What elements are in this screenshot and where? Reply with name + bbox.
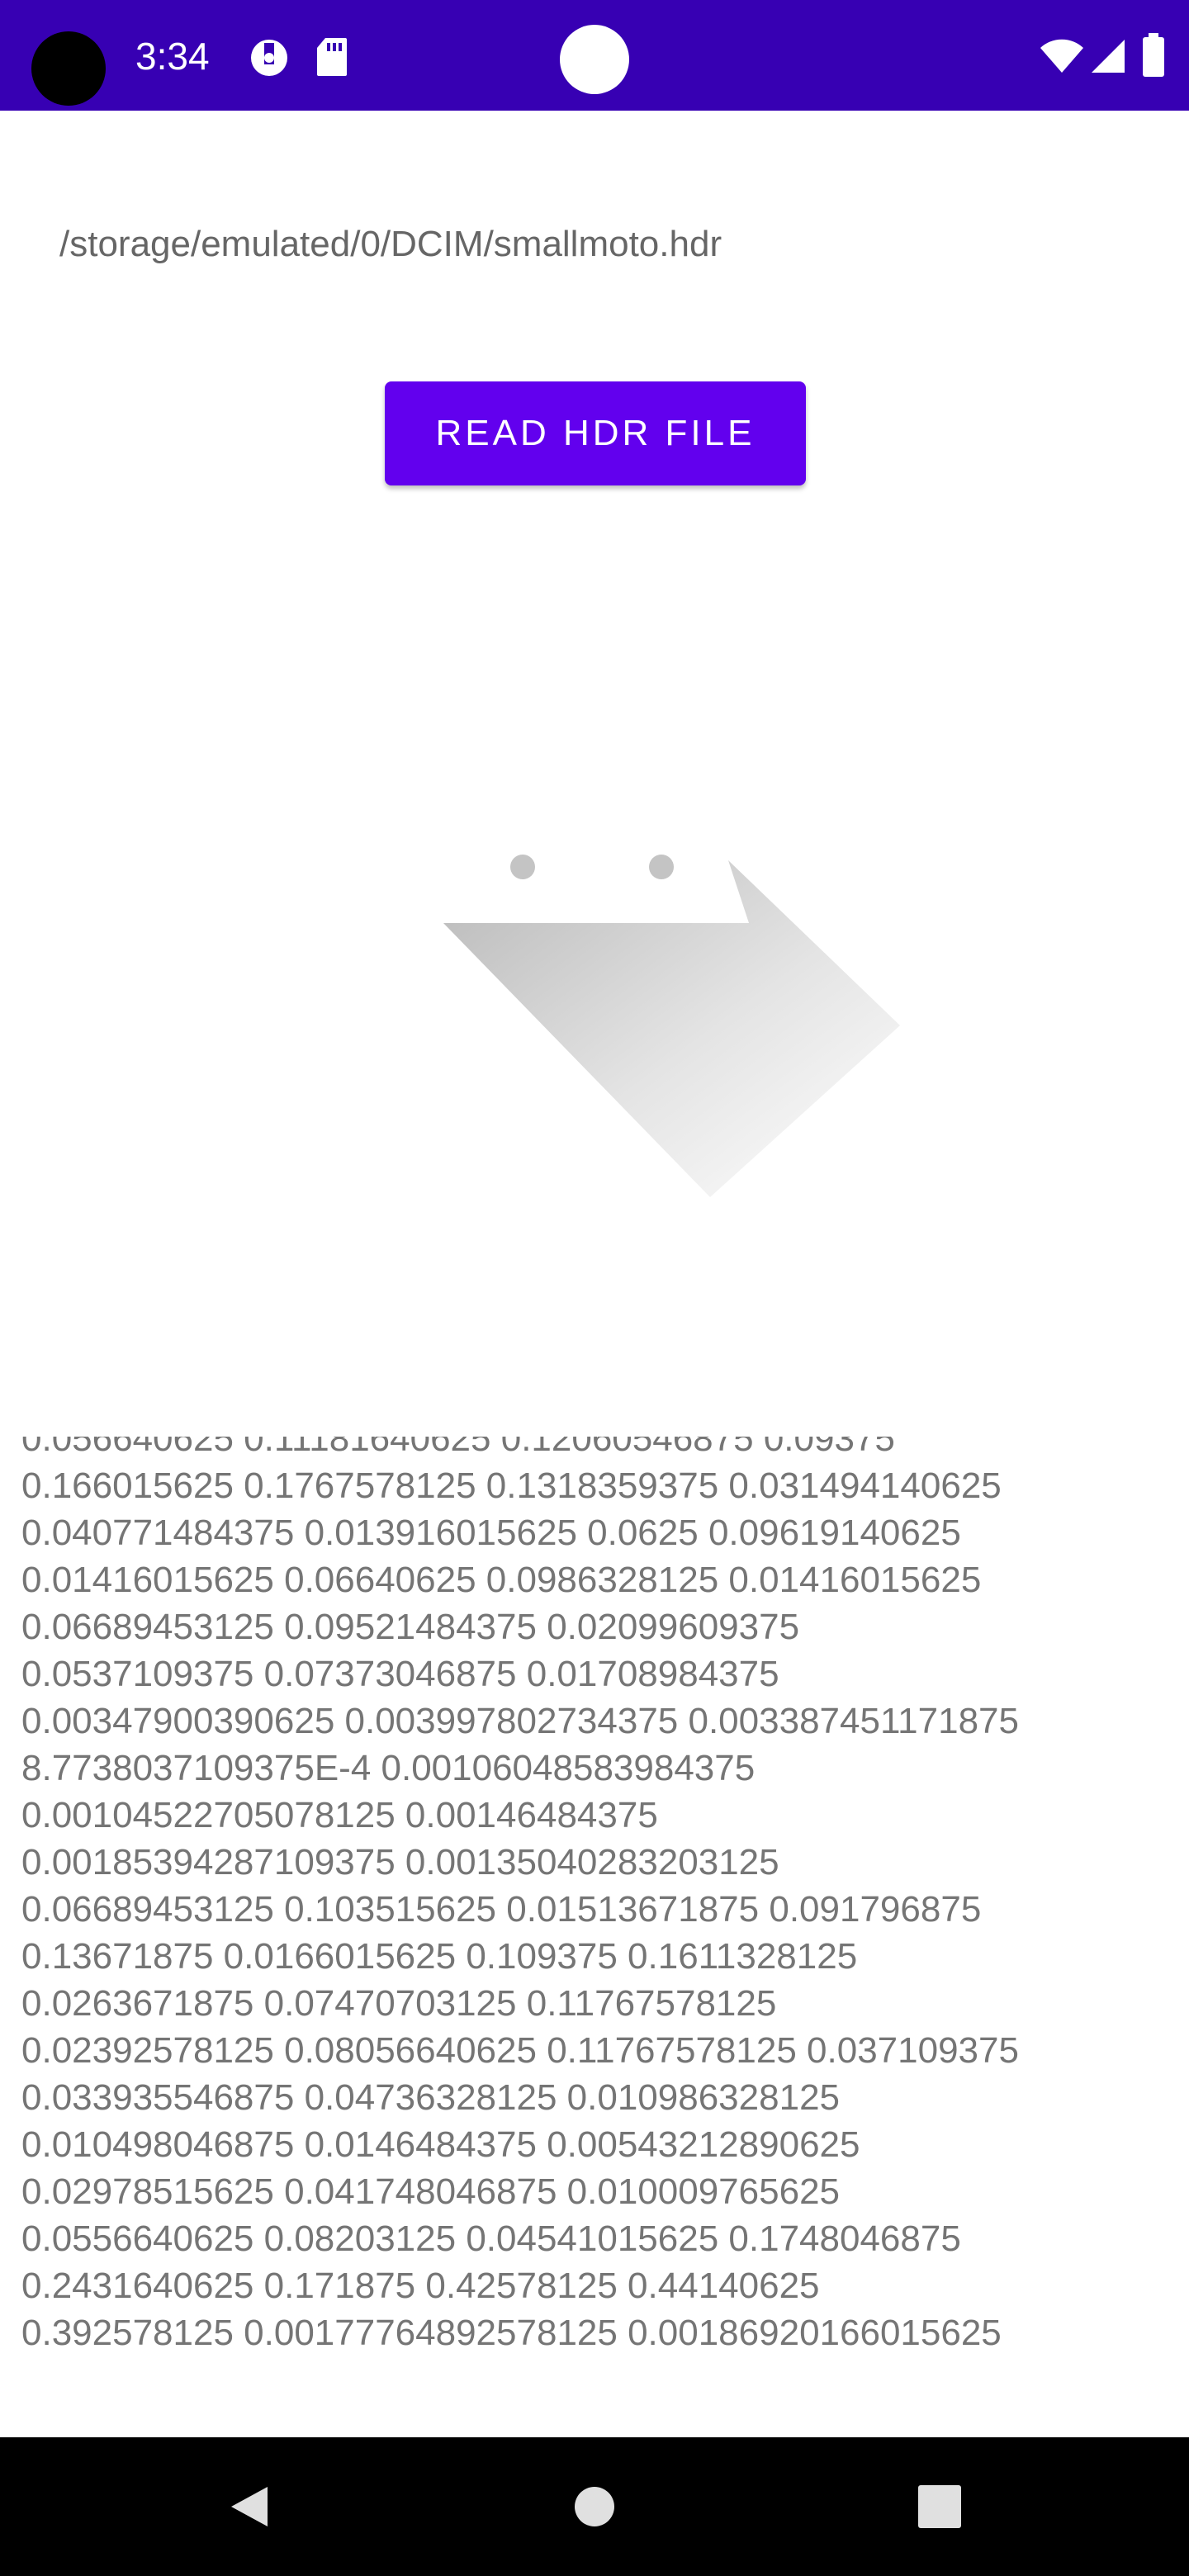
back-triangle-icon [231,2487,268,2526]
navigation-bar [0,2437,1189,2576]
app-screen: 3:34 /storage/emulated/0/DCIM/smallmoto.… [0,0,1189,2576]
hdr-values-text: 0.056640625 0.11181640625 0.12060546875 … [21,1437,1019,2353]
file-path-text: /storage/emulated/0/DCIM/smallmoto.hdr [59,224,722,264]
recents-button[interactable] [874,2437,1006,2576]
recents-square-icon [918,2485,961,2528]
sd-card-icon [315,36,348,82]
read-hdr-file-button[interactable]: READ HDR FILE [385,381,806,485]
camera-cutout [31,31,106,106]
status-time: 3:34 [135,35,210,78]
home-button[interactable] [528,2437,661,2576]
cellular-signal-icon [1088,38,1126,78]
status-center-dot [560,25,629,94]
image-view [347,809,925,1238]
data-saver-icon [248,36,291,83]
battery-icon [1141,33,1166,82]
android-robot-icon [443,855,900,1197]
home-circle-icon [575,2487,614,2526]
wifi-icon [1039,38,1085,78]
hdr-values-scroll-area[interactable]: 0.056640625 0.11181640625 0.12060546875 … [0,1437,1189,2386]
back-button[interactable] [183,2437,315,2576]
status-bar: 3:34 [0,0,1189,111]
